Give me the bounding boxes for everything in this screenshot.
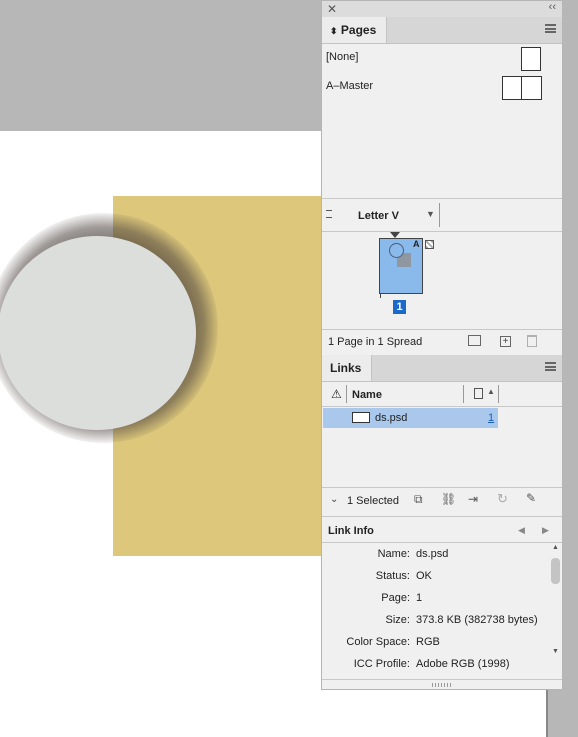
info-key: ICC Profile: — [353, 658, 410, 670]
info-value: ds.psd — [416, 548, 449, 560]
edit-original-icon[interactable]: ✎ — [526, 491, 536, 505]
link-info-header: Link Info — [328, 525, 374, 537]
chevron-down-icon[interactable]: ▼ — [426, 209, 435, 219]
info-list-divider — [322, 542, 562, 543]
links-header-divider — [322, 406, 562, 407]
page-number-badge[interactable]: 1 — [393, 300, 406, 314]
edit-page-size-icon[interactable] — [468, 335, 481, 346]
info-key: Color Space: — [346, 636, 410, 648]
column-divider — [463, 385, 464, 403]
pages-header-divider — [322, 231, 562, 232]
link-file-name: ds.psd — [375, 412, 408, 424]
links-list-divider — [322, 487, 562, 488]
drag-handle-icon[interactable] — [326, 210, 332, 218]
info-key: Status: — [375, 570, 410, 582]
relink-icon[interactable]: ⧉ — [414, 492, 423, 507]
thumbnail-circle — [389, 243, 404, 258]
scroll-up-icon[interactable]: ▲ — [552, 544, 559, 551]
warning-icon: ⚠ — [331, 387, 342, 401]
scroll-thumb[interactable] — [551, 558, 560, 584]
links-tabstrip: Links — [322, 355, 562, 382]
panel-menu-icon[interactable] — [545, 24, 556, 33]
scroll-down-icon[interactable]: ▼ — [552, 648, 559, 655]
next-link-icon[interactable]: ▶ — [542, 525, 549, 536]
panel-menu-icon[interactable] — [545, 362, 556, 371]
info-key: Name: — [377, 548, 410, 560]
dock-titlebar: ✕ ‹‹ — [322, 1, 562, 18]
panel-dock: ✕ ‹‹ ⬍ Pages [None] A–Master Letter V ▼ … — [321, 0, 563, 690]
image-file-icon — [352, 412, 370, 423]
column-divider — [346, 385, 347, 403]
pages-status-text: 1 Page in 1 Spread — [328, 336, 423, 348]
page-tick — [380, 294, 381, 298]
selection-count: 1 Selected — [347, 495, 399, 507]
link-page-number[interactable]: 1 — [488, 412, 494, 424]
transparency-icon — [425, 240, 434, 249]
goto-link-icon[interactable]: ⇥ — [468, 492, 478, 506]
panel-bottom-divider — [322, 679, 562, 680]
page-size-select[interactable]: Letter V — [358, 210, 399, 222]
gray-circle-object[interactable] — [0, 236, 196, 430]
column-divider — [498, 385, 499, 403]
close-icon[interactable]: ✕ — [327, 2, 337, 16]
add-page-icon[interactable]: + — [500, 336, 511, 347]
page-master-prefix: A — [413, 239, 420, 249]
spread-divider — [521, 77, 522, 99]
link-row-selected[interactable]: ds.psd 1 — [323, 408, 498, 428]
link-chain-icon[interactable]: ⛓ — [441, 492, 456, 506]
info-key: Size: — [385, 614, 410, 626]
name-column-header[interactable]: Name — [352, 389, 382, 401]
pages-tabstrip: ⬍ Pages — [322, 17, 562, 44]
master-none-label[interactable]: [None] — [326, 51, 358, 63]
info-value: 373.8 KB (382738 bytes) — [416, 614, 538, 626]
size-divider — [439, 203, 440, 227]
info-value: Adobe RGB (1998) — [416, 658, 510, 670]
pages-divider — [322, 198, 562, 199]
link-info-divider — [322, 516, 562, 517]
page-column-icon[interactable] — [474, 388, 483, 399]
info-scrollbar[interactable]: ▲ ▼ — [551, 544, 561, 660]
tab-pages[interactable]: ⬍ Pages — [322, 17, 388, 43]
info-key: Page: — [381, 592, 410, 604]
trash-icon[interactable] — [527, 335, 537, 347]
info-value: 1 — [416, 592, 423, 604]
collapse-icon[interactable]: ‹‹ — [549, 1, 556, 13]
pages-footer-divider — [322, 329, 562, 330]
resize-grip-icon[interactable] — [432, 683, 452, 687]
master-a-thumbnail[interactable] — [502, 76, 542, 100]
previous-link-icon[interactable]: ◀ — [518, 525, 525, 536]
info-value: RGB — [416, 636, 440, 648]
sort-ascending-icon[interactable]: ▲ — [487, 387, 495, 396]
update-link-icon[interactable]: ↻ — [497, 491, 508, 507]
master-a-label[interactable]: A–Master — [326, 80, 373, 92]
tab-links[interactable]: Links — [322, 355, 373, 381]
chevron-down-icon[interactable]: ⌄ — [330, 494, 338, 505]
master-none-thumbnail[interactable] — [521, 47, 541, 71]
sort-arrows-icon: ⬍ — [330, 26, 338, 36]
info-value: OK — [416, 570, 432, 582]
tab-pages-label: Pages — [340, 23, 377, 37]
